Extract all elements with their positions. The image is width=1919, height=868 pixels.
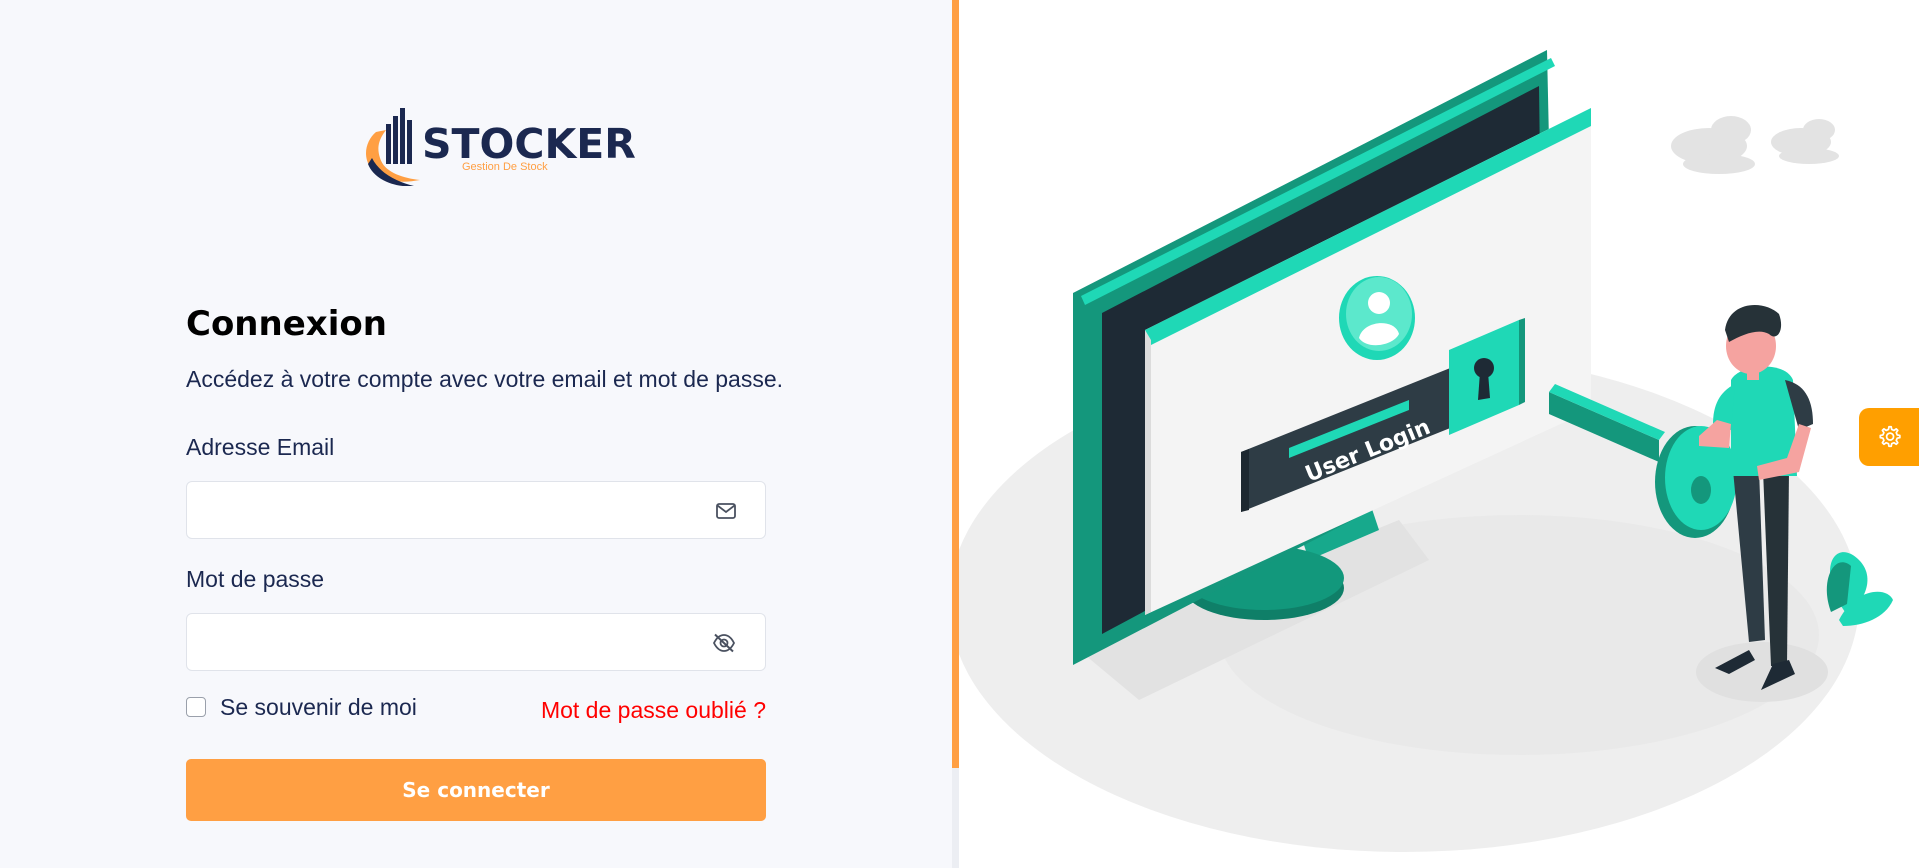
forgot-password-link[interactable]: Mot de passe oublié ? bbox=[541, 697, 766, 724]
eye-slash-icon[interactable] bbox=[711, 633, 737, 653]
page-title: Connexion bbox=[186, 304, 387, 344]
email-field-wrapper bbox=[186, 481, 766, 539]
login-panel: STOCKER Gestion De Stock Connexion Accéd… bbox=[0, 0, 952, 868]
page-subtitle: Accédez à votre compte avec votre email … bbox=[186, 366, 784, 392]
settings-button[interactable] bbox=[1859, 408, 1919, 466]
email-field[interactable] bbox=[187, 482, 765, 538]
brand-tagline: Gestion De Stock bbox=[462, 161, 548, 173]
password-field[interactable] bbox=[187, 614, 765, 670]
login-illustration: User Login bbox=[959, 50, 1893, 852]
remember-checkbox[interactable] bbox=[186, 697, 206, 717]
brand-logo: STOCKER Gestion De Stock bbox=[362, 102, 636, 187]
scrollbar-track bbox=[952, 768, 959, 868]
email-label: Adresse Email bbox=[186, 434, 335, 460]
remember-me[interactable]: Se souvenir de moi bbox=[186, 694, 417, 720]
panel-divider bbox=[952, 0, 959, 768]
password-label: Mot de passe bbox=[186, 566, 325, 592]
illustration-panel: User Login bbox=[959, 0, 1919, 868]
login-button[interactable]: Se connecter bbox=[186, 759, 766, 821]
logo-mark-icon bbox=[366, 108, 420, 187]
gear-icon bbox=[1879, 425, 1901, 448]
password-field-wrapper bbox=[186, 613, 766, 671]
remember-label: Se souvenir de moi bbox=[220, 693, 417, 720]
mail-icon bbox=[716, 503, 736, 519]
